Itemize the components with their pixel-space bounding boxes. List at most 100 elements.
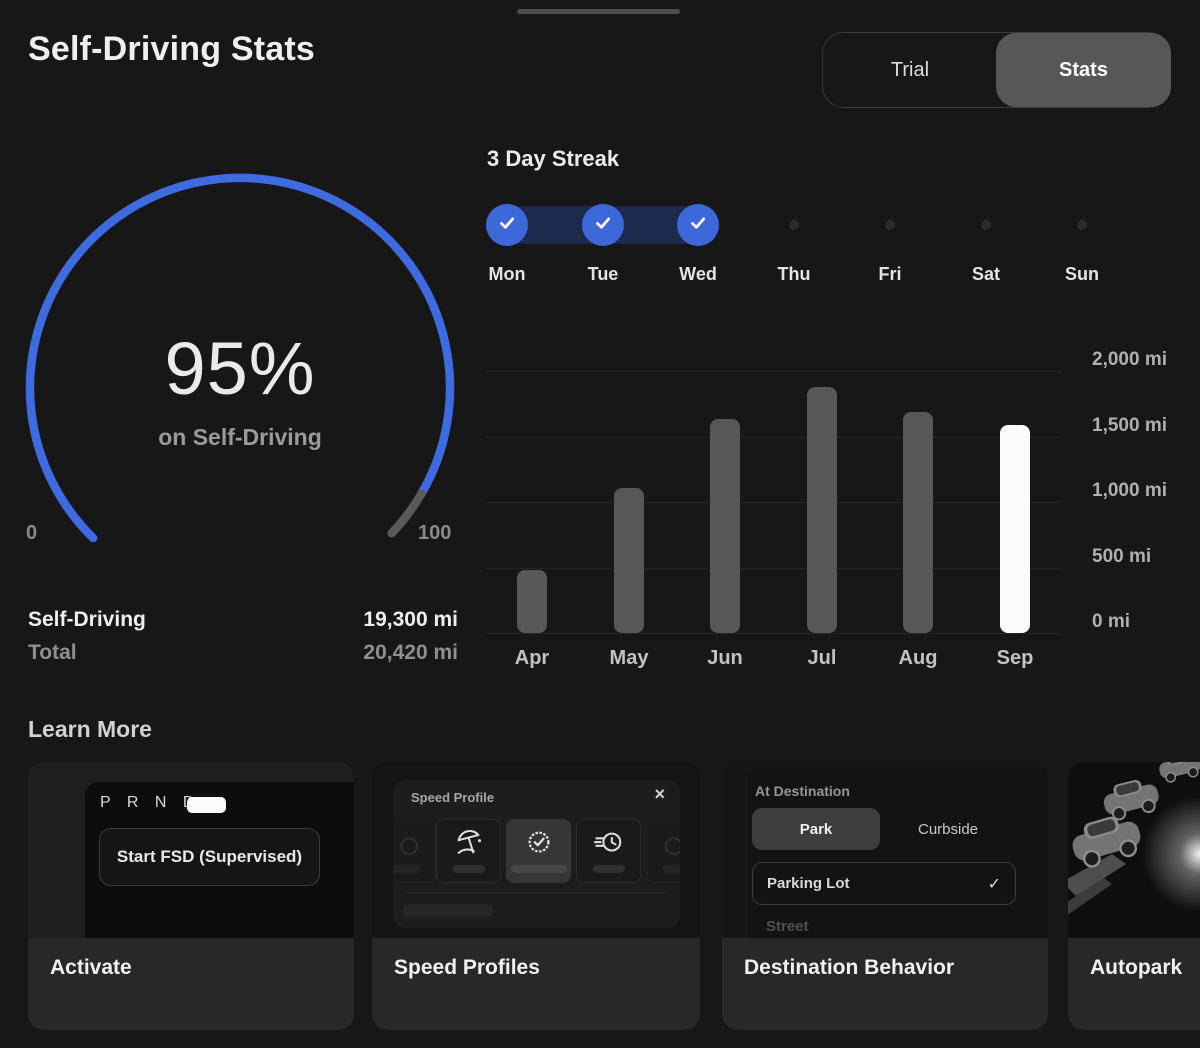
self-driving-label: Self-Driving: [28, 608, 146, 632]
parking-lot-option-row: Parking Lot ✓: [752, 862, 1016, 905]
streak-day-label: Mon: [467, 264, 547, 285]
self-driving-row: Self-Driving 19,300 mi: [28, 608, 458, 632]
chart-xlabel: Sep: [975, 647, 1055, 670]
chart-ytick-label: 2,000 mi: [1092, 348, 1200, 372]
tile-label-pill: [511, 865, 567, 873]
chart-gridline: [485, 371, 1062, 372]
speed-tile-partial-right: [646, 819, 680, 883]
autopark-cars-illustration: [1068, 762, 1200, 938]
card-footer: Destination Behavior: [722, 938, 1048, 1030]
chart-bar-apr: [517, 570, 547, 633]
card-title-speed-profiles: Speed Profiles: [394, 956, 540, 980]
curbside-segment: Curbside: [880, 808, 1016, 850]
speed-tile-standard-selected: [506, 819, 571, 883]
self-driving-stats-panel: Self-Driving Stats Trial Stats 95% on Se…: [0, 0, 1200, 1048]
drag-handle[interactable]: [517, 9, 680, 14]
chart-xlabel: May: [589, 647, 669, 670]
partial-profile-icon: [393, 834, 418, 867]
streak-day-label: Thu: [754, 264, 834, 285]
chart-bar-jul: [807, 387, 837, 633]
checkmark-icon: ✓: [988, 874, 1001, 894]
streak-day-unchecked-dot: [1077, 220, 1087, 230]
streak-day-label: Sun: [1042, 264, 1122, 285]
chart-xlabel: Apr: [492, 647, 572, 670]
streak-day-label: Sat: [946, 264, 1026, 285]
chart-gridline: [485, 437, 1062, 438]
chart-gridline: [485, 568, 1062, 569]
gear-selector-label: P R N D: [100, 794, 200, 812]
tile-label-pill: [393, 865, 420, 873]
check-icon: [687, 212, 709, 239]
chart-ytick-label: 0 mi: [1092, 610, 1200, 634]
start-fsd-button-preview: Start FSD (Supervised): [99, 828, 320, 886]
chart-xlabel: Jul: [782, 647, 862, 670]
card-destination-behavior[interactable]: At Destination Park Curbside Parking Lot…: [722, 762, 1048, 1030]
chart-gridline: [485, 502, 1062, 503]
day-streak: 3 Day Streak MonTueWedThuFriSatSun: [485, 140, 1200, 305]
activate-preview: P R N D Start FSD (Supervised): [85, 782, 354, 938]
self-driving-value: 19,300 mi: [363, 608, 458, 632]
learn-more-title: Learn More: [28, 716, 152, 743]
mileage-totals: Self-Driving 19,300 mi Total 20,420 mi: [28, 608, 458, 665]
speed-tile-partial-left: [393, 819, 436, 883]
card-title-autopark: Autopark: [1090, 956, 1182, 980]
chart-bar-aug: [903, 412, 933, 633]
card-title-destination-behavior: Destination Behavior: [744, 956, 954, 980]
chart-bar-jun: [710, 419, 740, 633]
self-driving-gauge: 95% on Self-Driving 0 100: [0, 160, 480, 580]
partial-profile-icon: [665, 834, 681, 867]
destination-preview: At Destination Park Curbside Parking Lot…: [748, 768, 1048, 938]
card-footer: Autopark: [1068, 938, 1200, 1030]
speed-tile-chill: [436, 819, 501, 883]
gauge-min-label: 0: [26, 522, 37, 545]
streak-day-label: Wed: [658, 264, 738, 285]
street-option-partial: Street: [766, 918, 809, 935]
miles-bar-chart: AprMayJunJulAugSep 2,000 mi1,500 mi1,000…: [485, 350, 1200, 680]
chart-ytick-label: 1,000 mi: [1092, 479, 1200, 503]
chart-xlabel: Jun: [685, 647, 765, 670]
view-toggle: Trial Stats: [822, 32, 1170, 108]
parking-lot-label: Parking Lot: [767, 875, 850, 892]
close-icon: ×: [654, 784, 665, 805]
streak-day-unchecked-dot: [789, 220, 799, 230]
park-segment-selected: Park: [752, 808, 880, 850]
chart-ytick-label: 500 mi: [1092, 545, 1200, 569]
streak-title: 3 Day Streak: [487, 146, 619, 172]
chart-xlabel: Aug: [878, 647, 958, 670]
chart-bar-sep: [1000, 425, 1030, 633]
tab-stats[interactable]: Stats: [996, 33, 1171, 107]
chill-icon: [454, 828, 484, 863]
gauge-caption: on Self-Driving: [0, 424, 480, 451]
standard-icon: [524, 828, 554, 863]
dialog-caption-pill: [403, 904, 493, 917]
chart-bar-may: [614, 488, 644, 633]
speed-profile-dialog-title: Speed Profile: [411, 790, 494, 805]
card-autopark[interactable]: Autopark: [1068, 762, 1200, 1030]
tab-trial[interactable]: Trial: [823, 33, 997, 107]
speed-profile-dialog-preview: Speed Profile ×: [393, 780, 680, 928]
tile-label-pill: [593, 865, 625, 873]
card-activate[interactable]: P R N D Start FSD (Supervised) Activate: [28, 762, 354, 1030]
hurry-icon: [594, 828, 624, 863]
tile-label-pill: [663, 865, 681, 873]
check-icon: [592, 212, 614, 239]
total-label: Total: [28, 641, 77, 665]
streak-day-unchecked-dot: [981, 220, 991, 230]
at-destination-label: At Destination: [755, 783, 850, 799]
streak-day-checked: [486, 204, 528, 246]
streak-day-checked: [677, 204, 719, 246]
page-title: Self-Driving Stats: [28, 30, 315, 69]
total-value: 20,420 mi: [363, 641, 458, 665]
streak-day-label: Fri: [850, 264, 930, 285]
dialog-divider: [407, 892, 666, 893]
card-speed-profiles[interactable]: Speed Profile ×: [372, 762, 700, 1030]
total-row: Total 20,420 mi: [28, 641, 458, 665]
card-title-activate: Activate: [50, 956, 132, 980]
chart-gridline: [485, 633, 1062, 634]
streak-day-checked: [582, 204, 624, 246]
streak-day-unchecked-dot: [885, 220, 895, 230]
gauge-max-label: 100: [418, 522, 451, 545]
tile-label-pill: [453, 865, 485, 873]
gauge-value: 95%: [0, 326, 480, 411]
streak-day-label: Tue: [563, 264, 643, 285]
